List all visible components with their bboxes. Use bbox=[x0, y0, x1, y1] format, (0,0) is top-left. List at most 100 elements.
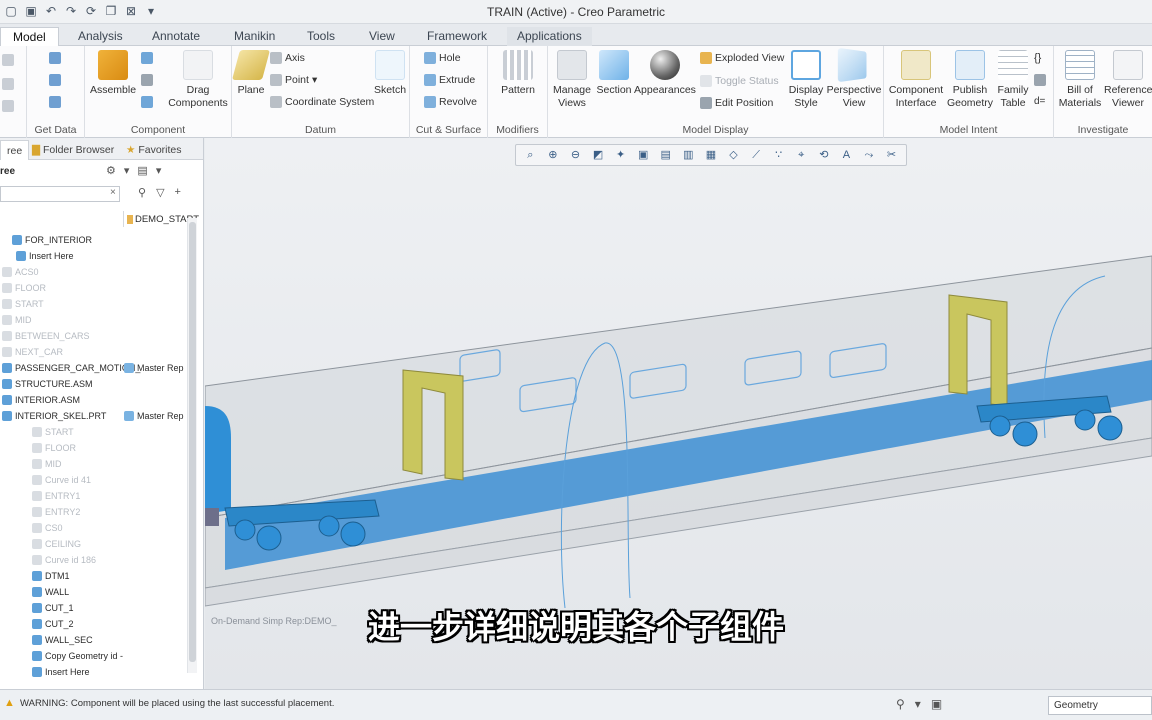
tree-item[interactable]: Copy Geometry id - bbox=[32, 648, 123, 664]
display-style-icon[interactable]: ▣ bbox=[636, 148, 650, 162]
tree-item[interactable]: STRUCTURE.ASM bbox=[2, 376, 93, 392]
tab-manikin[interactable]: Manikin bbox=[234, 27, 275, 46]
tab-framework[interactable]: Framework bbox=[427, 27, 487, 46]
clip-icon[interactable]: ✂ bbox=[885, 148, 899, 162]
coordinate-system-button[interactable]: Coordinate System bbox=[270, 96, 374, 108]
publish-geometry-button[interactable]: Publish Geometry bbox=[946, 50, 994, 110]
tree-item[interactable]: INTERIOR.ASM bbox=[2, 392, 80, 408]
appearances-button[interactable]: Appearances bbox=[634, 50, 696, 97]
component-interface-button[interactable]: Component Interface bbox=[886, 50, 946, 110]
zoom-in-icon[interactable]: ⊕ bbox=[546, 148, 560, 162]
create-component-icon[interactable] bbox=[141, 52, 153, 64]
relations-icon[interactable]: {} bbox=[1034, 52, 1041, 64]
tree-item[interactable]: DTM1 bbox=[32, 568, 70, 584]
sketch-button[interactable]: Sketch bbox=[372, 50, 408, 97]
tab-analysis[interactable]: Analysis bbox=[78, 27, 123, 46]
tree-item[interactable]: CEILING bbox=[32, 536, 81, 552]
drag-components-button[interactable]: Drag Components bbox=[165, 50, 231, 110]
manage-views-button[interactable]: Manage Views bbox=[552, 50, 592, 110]
csys-display-icon[interactable]: ⌖ bbox=[794, 148, 808, 162]
chevron-down-icon[interactable]: ▾ bbox=[915, 697, 921, 711]
tab-model[interactable]: Model bbox=[0, 27, 59, 46]
point-button[interactable]: Point ▾ bbox=[270, 74, 317, 86]
tree-item[interactable]: FLOOR bbox=[32, 440, 76, 456]
tree-item[interactable]: START bbox=[2, 296, 44, 312]
exploded-view-button[interactable]: Exploded View bbox=[700, 52, 784, 64]
tree-item[interactable]: FOR_INTERIOR bbox=[12, 232, 92, 248]
tree-item[interactable]: Curve id 186 bbox=[32, 552, 96, 568]
switch-dimensions-icon[interactable] bbox=[1034, 74, 1046, 86]
tab-favorites[interactable]: ★ Favorites bbox=[120, 140, 188, 160]
perspective-view-button[interactable]: Perspective View bbox=[826, 47, 882, 110]
find-icon[interactable]: ⚲ bbox=[138, 186, 146, 199]
add-column-icon[interactable]: + bbox=[175, 186, 181, 199]
tree-item[interactable]: BETWEEN_CARS bbox=[2, 328, 90, 344]
tree-item[interactable]: WALL bbox=[32, 584, 69, 600]
parameters-icon[interactable]: d= bbox=[1034, 96, 1045, 107]
toggle-status-button[interactable]: Toggle Status bbox=[700, 75, 779, 87]
axis-button[interactable]: Axis bbox=[270, 52, 305, 64]
show-icon[interactable]: ▤ bbox=[137, 164, 147, 177]
chevron-down-icon[interactable]: ▾ bbox=[156, 164, 162, 177]
tree-item[interactable]: FLOOR bbox=[2, 280, 46, 296]
user-defined-feature-icon[interactable] bbox=[49, 52, 61, 64]
bill-of-materials-button[interactable]: Bill of Materials bbox=[1056, 50, 1104, 110]
saved-views-icon[interactable]: ▤ bbox=[659, 148, 673, 162]
display-style-button[interactable]: Display Style bbox=[786, 50, 826, 110]
regenerate-icon[interactable] bbox=[2, 54, 14, 66]
tree-item[interactable]: START bbox=[32, 424, 74, 440]
spin-icon[interactable]: ⟲ bbox=[817, 148, 831, 162]
datum-axis-display-icon[interactable]: ⟋ bbox=[749, 148, 763, 162]
tree-search-input[interactable] bbox=[0, 186, 120, 202]
settings-icon[interactable]: ⚙ bbox=[106, 164, 116, 177]
tree-item[interactable]: MID bbox=[2, 312, 32, 328]
merge-icon[interactable] bbox=[49, 96, 61, 108]
tree-item[interactable]: Curve id 41 bbox=[32, 472, 91, 488]
tree-item[interactable]: CS0 bbox=[32, 520, 63, 536]
edit-position-button[interactable]: Edit Position bbox=[700, 97, 773, 109]
tree-item[interactable]: ENTRY1 bbox=[32, 488, 80, 504]
tab-annotate[interactable]: Annotate bbox=[152, 27, 200, 46]
annotation-orient-icon[interactable]: ⤳ bbox=[862, 148, 876, 162]
family-table-button[interactable]: Family Table bbox=[994, 50, 1032, 110]
selection-filter-select[interactable]: Geometry bbox=[1048, 696, 1152, 715]
filter-icon[interactable]: ▽ bbox=[156, 186, 164, 199]
tree-item[interactable]: MID bbox=[32, 456, 62, 472]
extrude-button[interactable]: Extrude bbox=[424, 74, 475, 86]
refit-icon[interactable]: ⌕ bbox=[523, 148, 537, 162]
car-end-cap[interactable] bbox=[205, 406, 231, 514]
assemble-button[interactable]: Assemble bbox=[89, 50, 137, 97]
copy-icon[interactable] bbox=[2, 78, 14, 90]
tree-item[interactable]: ENTRY2 bbox=[32, 504, 80, 520]
clear-search-icon[interactable]: × bbox=[110, 187, 116, 198]
hole-button[interactable]: Hole bbox=[424, 52, 461, 64]
package-icon[interactable] bbox=[141, 96, 153, 108]
tree-item[interactable]: ACS0 bbox=[2, 264, 39, 280]
datum-plane-display-icon[interactable]: ◇ bbox=[726, 148, 740, 162]
tree-item-rep[interactable]: Master Rep bbox=[124, 360, 184, 376]
tree-item[interactable]: INTERIOR_SKEL.PRT bbox=[2, 408, 106, 424]
zoom-out-icon[interactable]: ⊖ bbox=[568, 148, 582, 162]
tree-item[interactable]: Insert Here bbox=[32, 664, 90, 680]
copy-geometry-icon[interactable] bbox=[49, 74, 61, 86]
point-display-icon[interactable]: ∵ bbox=[772, 148, 786, 162]
repaint-icon[interactable]: ◩ bbox=[591, 148, 605, 162]
revolve-button[interactable]: Revolve bbox=[424, 96, 477, 108]
tree-scrollbar-thumb[interactable] bbox=[189, 222, 196, 662]
tab-tools[interactable]: Tools bbox=[307, 27, 335, 46]
reference-viewer-button[interactable]: Reference Viewer bbox=[1104, 50, 1152, 110]
tree-item-rep[interactable]: Master Rep bbox=[124, 408, 184, 424]
pattern-button[interactable]: Pattern bbox=[498, 50, 538, 97]
annotation-display-icon[interactable]: ▦ bbox=[704, 148, 718, 162]
section-button[interactable]: Section bbox=[594, 50, 634, 97]
tab-model-tree[interactable]: ree bbox=[0, 140, 30, 160]
delete-icon[interactable] bbox=[2, 100, 14, 112]
tree-item[interactable]: PASSENGER_CAR_MOTION_ bbox=[2, 360, 140, 376]
selection-buffer-icon[interactable]: ▣ bbox=[931, 697, 942, 711]
tree-item[interactable]: Insert Here bbox=[16, 248, 74, 264]
annotation-icon[interactable]: A bbox=[839, 148, 853, 162]
spin-center-icon[interactable]: ✦ bbox=[614, 148, 628, 162]
tab-folder-browser[interactable]: ▇ Folder Browser bbox=[26, 140, 120, 160]
repeat-icon[interactable] bbox=[141, 74, 153, 86]
tab-view[interactable]: View bbox=[369, 27, 395, 46]
